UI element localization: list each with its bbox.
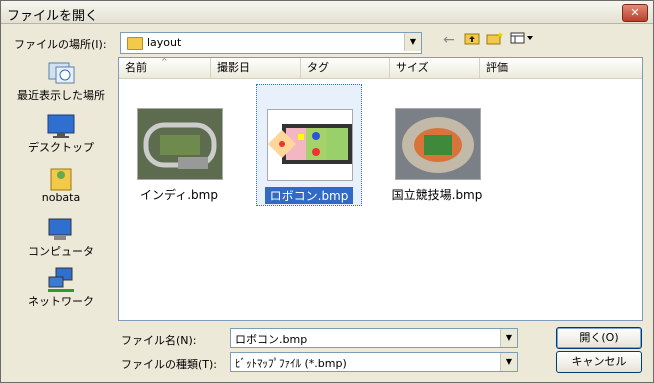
column-name[interactable]: 名前 ^ bbox=[119, 57, 211, 78]
column-tags[interactable]: タグ bbox=[301, 58, 390, 78]
filename-value: ロボコン.bmp bbox=[235, 333, 308, 346]
open-button[interactable]: 開く(O) bbox=[556, 327, 642, 349]
file-item[interactable]: インディ.bmp bbox=[127, 84, 231, 204]
lookin-label: ファイルの場所(I): bbox=[14, 38, 107, 51]
place-label: コンピュータ bbox=[28, 245, 94, 258]
filetype-select[interactable]: ﾋﾞｯﾄﾏｯﾌﾟﾌｧｲﾙ (*.bmp) ▼ bbox=[230, 352, 518, 372]
column-rating[interactable]: 評価 bbox=[480, 58, 642, 78]
place-desktop[interactable]: デスクトップ bbox=[10, 113, 112, 155]
filename-input[interactable]: ロボコン.bmp ▼ bbox=[230, 328, 518, 348]
place-label: nobata bbox=[41, 191, 81, 204]
chevron-down-icon[interactable]: ▼ bbox=[500, 353, 517, 371]
file-list[interactable]: 名前 ^ 撮影日 タグ サイズ 評価 インディ.bmp ロボコン.bmp 国立競技… bbox=[118, 57, 643, 321]
file-thumbnail bbox=[137, 108, 223, 180]
file-name: 国立競技場.bmp bbox=[391, 188, 483, 202]
places-bar: 最近表示した場所 デスクトップ nobata コンピュータ ネットワーク bbox=[10, 53, 112, 318]
column-size[interactable]: サイズ bbox=[390, 58, 480, 78]
place-label: デスクトップ bbox=[28, 141, 94, 154]
user-folder-icon bbox=[46, 165, 76, 191]
file-thumbnail bbox=[267, 109, 353, 181]
file-name: インディ.bmp bbox=[140, 188, 218, 202]
cancel-button[interactable]: キャンセル bbox=[556, 351, 642, 373]
place-user[interactable]: nobata bbox=[10, 165, 112, 204]
back-arrow-icon[interactable]: ← bbox=[439, 31, 459, 49]
file-thumbnail bbox=[395, 108, 481, 180]
lookin-value: layout bbox=[147, 36, 182, 49]
filename-label: ファイル名(N): bbox=[121, 334, 197, 347]
desktop-icon bbox=[46, 113, 76, 139]
place-computer[interactable]: コンピュータ bbox=[10, 217, 112, 259]
place-recent[interactable]: 最近表示した場所 bbox=[10, 61, 112, 103]
chevron-down-icon[interactable]: ▼ bbox=[404, 33, 421, 51]
chevron-down-icon[interactable]: ▼ bbox=[500, 329, 517, 347]
lookin-combo[interactable]: layout ▼ bbox=[120, 32, 422, 54]
file-item[interactable]: 国立競技場.bmp bbox=[385, 84, 489, 204]
file-name: ロボコン.bmp bbox=[265, 187, 353, 204]
folder-icon bbox=[127, 37, 143, 50]
window-title: ファイルを開く bbox=[7, 9, 99, 24]
new-folder-icon[interactable] bbox=[485, 31, 505, 49]
column-date-taken[interactable]: 撮影日 bbox=[211, 58, 301, 78]
file-item-selected[interactable]: ロボコン.bmp bbox=[256, 84, 362, 206]
view-menu-icon[interactable] bbox=[509, 31, 537, 49]
place-network[interactable]: ネットワーク bbox=[10, 267, 112, 309]
open-file-dialog: ファイルを開く ✕ ファイルの場所(I): layout ▼ ← 最近表示した場… bbox=[0, 0, 654, 383]
filetype-label: ファイルの種類(T): bbox=[121, 358, 218, 371]
recent-places-icon bbox=[46, 61, 76, 87]
computer-icon bbox=[46, 217, 76, 243]
column-header-row: 名前 ^ 撮影日 タグ サイズ 評価 bbox=[119, 57, 642, 79]
close-button[interactable]: ✕ bbox=[622, 4, 648, 22]
title-bar[interactable]: ファイルを開く ✕ bbox=[1, 1, 653, 24]
folder-up-icon[interactable] bbox=[462, 31, 482, 49]
place-label: 最近表示した場所 bbox=[17, 89, 105, 102]
filetype-value: ﾋﾞｯﾄﾏｯﾌﾟﾌｧｲﾙ (*.bmp) bbox=[235, 357, 347, 370]
place-label: ネットワーク bbox=[28, 295, 94, 308]
network-icon bbox=[46, 267, 76, 293]
